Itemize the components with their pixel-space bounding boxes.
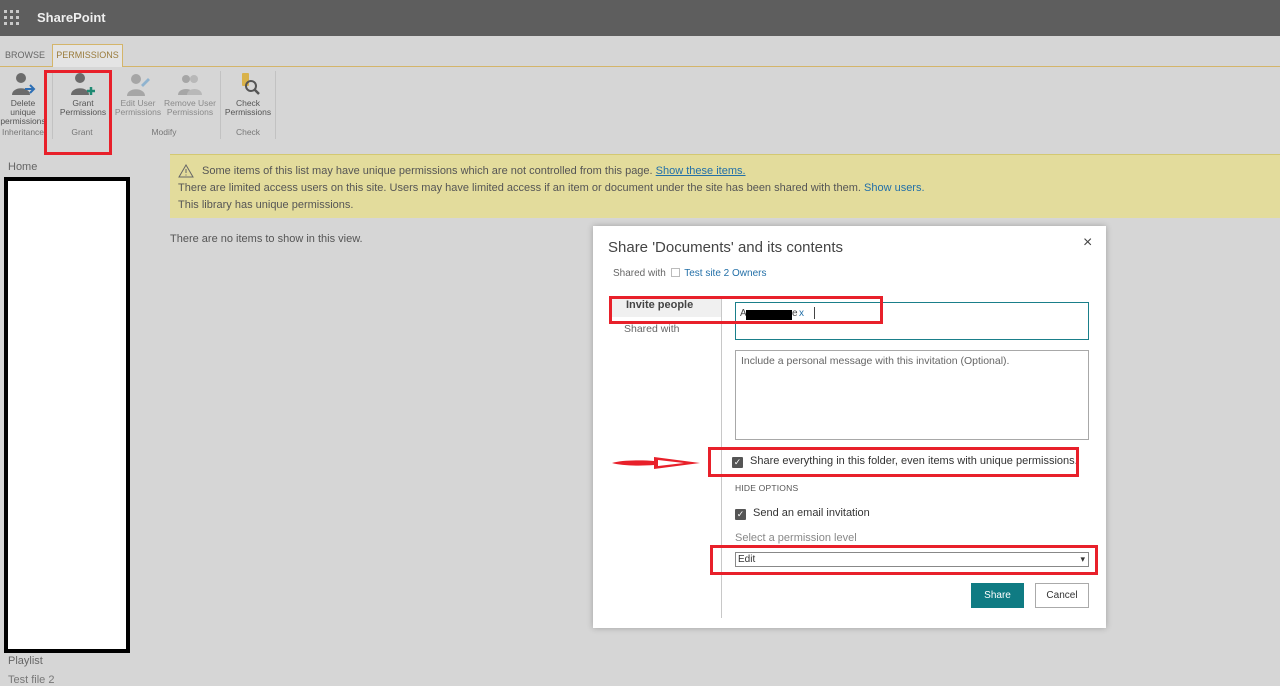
nav-home-link[interactable]: Home [8,161,37,173]
tab-permissions[interactable]: PERMISSIONS [52,44,123,67]
share-button[interactable]: Share [971,583,1024,608]
check-permissions-icon [242,73,260,95]
nav-playlist-link[interactable]: Playlist [8,655,43,667]
suite-bar: SharePoint [0,0,1280,36]
send-email-label: Send an email invitation [753,507,870,519]
annotation-arrow-icon [612,457,700,469]
shared-with-summary: Shared with Test site 2 Owners [613,268,766,279]
empty-view-message: There are no items to show in this view. [170,233,363,245]
shared-with-label: Shared with [613,268,666,279]
remove-user-icon [178,75,202,95]
delete-permissions-icon [12,73,36,95]
cancel-button[interactable]: Cancel [1035,583,1089,608]
annotation-box-permission [710,545,1098,575]
tab-browse[interactable]: BROWSE [0,46,50,66]
group-label-inheritance: Inheritance [1,127,45,137]
ribbon-tabs: BROWSE PERMISSIONS [0,36,1280,67]
warning-text-2: There are limited access users on this s… [178,182,861,194]
warning-bar: Some items of this list may have unique … [170,154,1280,218]
delete-unique-label-2: permissions [0,116,46,126]
shared-with-group-link[interactable]: Test site 2 Owners [684,268,766,279]
warning-icon [178,164,194,178]
nav-test-file-link[interactable]: Test file 2 [8,674,54,686]
group-label-check: Check [235,127,261,137]
group-separator [220,71,221,139]
warning-line-1: Some items of this list may have unique … [202,165,746,177]
warning-line-3: This library has unique permissions. [178,199,354,211]
edit-user-icon [127,74,150,96]
annotation-box-grant [44,70,112,155]
brand-title[interactable]: SharePoint [37,10,106,25]
show-users-link[interactable]: Show users. [864,182,925,194]
show-these-items-link[interactable]: Show these items. [656,165,746,177]
delete-unique-label-1: Delete unique [10,98,36,117]
ribbon: Delete unique permissions Inheritance Gr… [0,67,1280,147]
warning-line-2: There are limited access users on this s… [178,182,925,194]
dialog-title: Share 'Documents' and its contents [608,239,844,256]
group-icon [670,268,680,277]
send-email-option[interactable]: ✓ Send an email invitation [735,507,870,520]
send-email-checkbox[interactable]: ✓ [735,509,746,520]
permission-level-label: Select a permission level [735,532,857,544]
redacted-nav-area [4,177,130,653]
edit-user-label-2: Permissions [114,107,162,117]
group-separator [275,71,276,139]
edit-user-permissions-button[interactable]: Edit User Permissions [112,71,164,117]
close-icon[interactable]: × [1083,234,1092,252]
hide-options-link[interactable]: HIDE OPTIONS [735,483,798,493]
group-label-modify: Modify [151,127,177,137]
tab-shared-with[interactable]: Shared with [624,323,679,335]
personal-message-field[interactable] [735,350,1089,440]
app-launcher-icon[interactable] [4,10,20,26]
warning-text-1: Some items of this list may have unique … [202,165,653,177]
delete-unique-permissions-button[interactable]: Delete unique permissions [0,71,49,126]
annotation-box-invite [609,296,883,324]
check-permissions-button[interactable]: Check Permissions [222,71,274,117]
remove-user-label-2: Permissions [166,107,214,117]
check-label-2: Permissions [224,107,272,117]
annotation-box-share-everything [708,447,1079,477]
remove-user-permissions-button[interactable]: Remove User Permissions [164,71,216,117]
